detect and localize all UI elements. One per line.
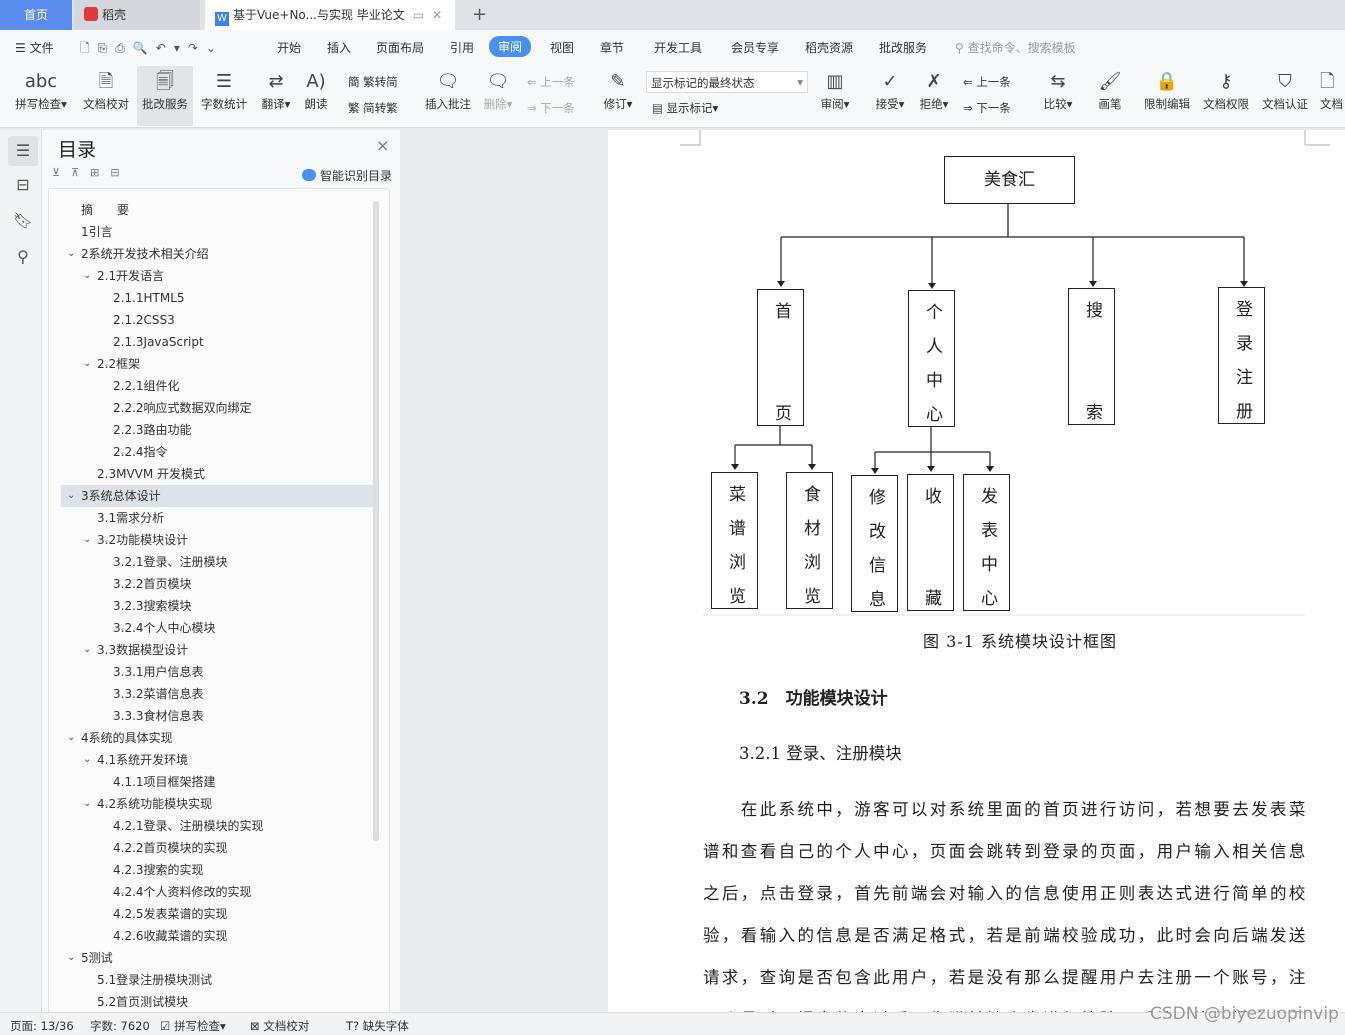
- missing-font-status[interactable]: T? 缺失字体: [346, 1018, 409, 1034]
- diagram-node: 发表中心: [963, 474, 1010, 611]
- diagram-node-label: 首页: [771, 302, 791, 426]
- paragraph-line: 在此系统中，游客可以对系统里面的首页进行访问，若想要去发表菜: [703, 800, 1308, 819]
- diagram-node-label: 收藏: [921, 487, 941, 611]
- subsection-heading: 3.2.1 登录、注册模块: [739, 744, 902, 763]
- diagram-node: 收藏: [907, 474, 954, 611]
- diagram-node-label: 登录注册: [1232, 300, 1252, 424]
- diagram-node: 个人中心: [908, 290, 955, 427]
- diagram-node-label: 菜谱浏览: [725, 485, 745, 609]
- diagram-node: 美食汇: [944, 156, 1075, 204]
- diagram-node-label: 修改信息: [865, 488, 885, 612]
- status-bar: 页面: 13/36 字数: 7620 ☑ 拼写检查▾ ⊠ 文档校对 T? 缺失字…: [0, 1004, 1345, 1035]
- diagram-node-label: 发表中心: [977, 487, 997, 611]
- diagram-node: 修改信息: [851, 475, 898, 612]
- diagram-node: 首页: [757, 289, 804, 426]
- paragraph-line: 验，看输入的信息是否满足格式，若是前端校验成功，此时会向后端发送: [703, 926, 1308, 945]
- word-count[interactable]: 字数: 7620: [90, 1018, 150, 1034]
- spell-check-toggle[interactable]: ☑ 拼写检查▾: [160, 1018, 226, 1034]
- diagram-node: 搜索: [1068, 288, 1115, 425]
- figure-caption: 图 3-1 系统模块设计框图: [923, 632, 1117, 651]
- diagram-node-label: 食材浏览: [800, 485, 820, 609]
- diagram-node-label: 搜索: [1082, 301, 1102, 425]
- diagram-node: 登录注册: [1218, 287, 1265, 424]
- diagram-node: 菜谱浏览: [711, 472, 758, 609]
- paragraph-line: 之后，点击登录，首先前端会对输入的信息使用正则表达式进行简单的校: [703, 884, 1308, 903]
- watermark: CSDN @biyezuopinvip: [1150, 1004, 1339, 1024]
- paragraph-line: 请求，查询是否包含此用户，若是没有那么提醒用户去注册一个账号，注: [703, 968, 1308, 987]
- diagram-node: 食材浏览: [786, 472, 833, 609]
- proofread-status[interactable]: ⊠ 文档校对: [250, 1018, 309, 1034]
- section-heading: 3.2 功能模块设计: [739, 689, 888, 709]
- paragraph-line: 谱和查看自己的个人中心，页面会跳转到登录的页面，用户输入相关信息: [703, 842, 1308, 861]
- page-indicator[interactable]: 页面: 13/36: [10, 1018, 74, 1034]
- diagram-node-label: 个人中心: [922, 303, 942, 427]
